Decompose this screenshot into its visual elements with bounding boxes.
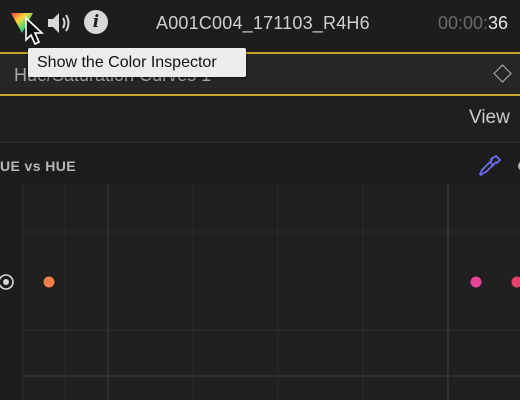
control-point-magenta[interactable] — [470, 276, 482, 288]
target-icon[interactable] — [0, 273, 15, 291]
hue-curve-graph[interactable] — [0, 0, 520, 400]
control-point-red-orange[interactable] — [43, 276, 55, 288]
graph-background — [22, 184, 520, 400]
